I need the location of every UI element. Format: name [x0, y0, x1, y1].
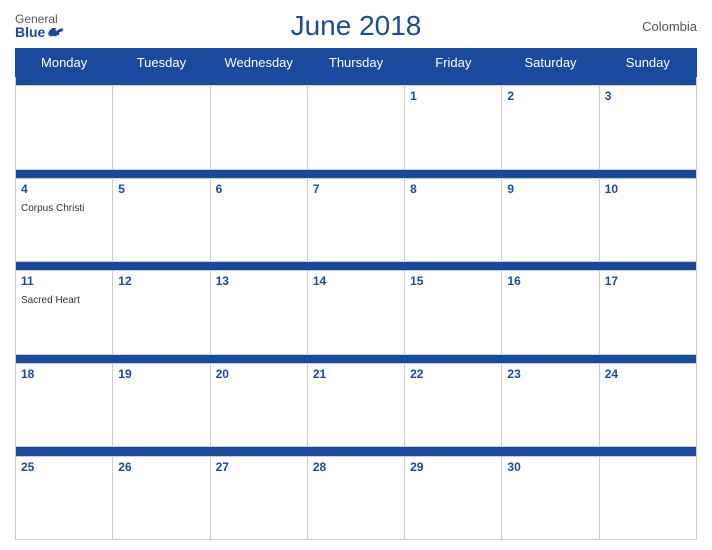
calendar-cell — [16, 86, 113, 169]
calendar-cell: 12 — [113, 271, 210, 354]
calendar-cell: 29 — [405, 456, 502, 539]
country-label: Colombia — [642, 19, 697, 34]
calendar-header: General Blue June 2018 Colombia — [15, 10, 697, 42]
day-number: 7 — [313, 182, 399, 196]
day-number: 30 — [507, 460, 593, 474]
calendar-cell: 27 — [210, 456, 307, 539]
day-number: 23 — [507, 367, 593, 381]
day-number: 1 — [410, 89, 496, 103]
day-number: 11 — [21, 274, 107, 288]
calendar-cell: 17 — [599, 271, 696, 354]
day-number: 2 — [507, 89, 593, 103]
day-number: 10 — [605, 182, 691, 196]
calendar-cell: 22 — [405, 363, 502, 446]
day-number: 12 — [118, 274, 204, 288]
col-monday: Monday — [16, 49, 113, 77]
calendar-cell: 23 — [502, 363, 599, 446]
day-number: 5 — [118, 182, 204, 196]
calendar-cell: 26 — [113, 456, 210, 539]
calendar-cell: 4 Corpus Christi — [16, 178, 113, 261]
calendar-cell: 3 — [599, 86, 696, 169]
calendar-cell: 24 — [599, 363, 696, 446]
calendar-cell: 8 — [405, 178, 502, 261]
day-number: 25 — [21, 460, 107, 474]
day-number: 29 — [410, 460, 496, 474]
calendar-cell — [307, 86, 404, 169]
days-header-row: Monday Tuesday Wednesday Thursday Friday… — [16, 49, 697, 77]
day-number: 17 — [605, 274, 691, 288]
month-title: June 2018 — [291, 10, 422, 42]
calendar-cell: 25 — [16, 456, 113, 539]
calendar-cell: 28 — [307, 456, 404, 539]
day-number: 6 — [216, 182, 302, 196]
logo-bird-icon — [47, 25, 65, 39]
col-thursday: Thursday — [307, 49, 404, 77]
day-number: 14 — [313, 274, 399, 288]
calendar-cell: 18 — [16, 363, 113, 446]
day-number: 26 — [118, 460, 204, 474]
day-number: 15 — [410, 274, 496, 288]
calendar-cell: 6 — [210, 178, 307, 261]
day-number: 22 — [410, 367, 496, 381]
col-sunday: Sunday — [599, 49, 696, 77]
calendar-cell: 5 — [113, 178, 210, 261]
day-number: 19 — [118, 367, 204, 381]
holiday-label: Sacred Heart — [21, 295, 80, 306]
calendar-cell — [210, 86, 307, 169]
day-number: 28 — [313, 460, 399, 474]
day-number: 21 — [313, 367, 399, 381]
calendar-cell: 10 — [599, 178, 696, 261]
table-row: 4 Corpus Christi 56789 10 — [16, 178, 697, 261]
calendar-cell: 15 — [405, 271, 502, 354]
calendar-cell: 30 — [502, 456, 599, 539]
calendar-wrapper: General Blue June 2018 Colombia Monday T… — [0, 0, 712, 550]
day-number: 3 — [605, 89, 691, 103]
day-number: 16 — [507, 274, 593, 288]
calendar-cell — [113, 86, 210, 169]
calendar-cell: 14 — [307, 271, 404, 354]
calendar-cell: 13 — [210, 271, 307, 354]
day-number: 8 — [410, 182, 496, 196]
table-row: 18 19 20 21 22 23 24 — [16, 363, 697, 446]
calendar-cell: 19 — [113, 363, 210, 446]
calendar-cell: 21 — [307, 363, 404, 446]
calendar-cell: 1 — [405, 86, 502, 169]
calendar-cell: 2 — [502, 86, 599, 169]
col-friday: Friday — [405, 49, 502, 77]
col-tuesday: Tuesday — [113, 49, 210, 77]
calendar-cell: 20 — [210, 363, 307, 446]
day-number: 13 — [216, 274, 302, 288]
table-row: 11 Sacred Heart 12 13 14 15 16 17 — [16, 271, 697, 354]
calendar-table: Monday Tuesday Wednesday Thursday Friday… — [15, 48, 697, 540]
calendar-body: 1234Corpus Christi567891011Sacred Heart1… — [16, 77, 697, 540]
holiday-label: Corpus Christi — [21, 203, 84, 214]
day-number: 18 — [21, 367, 107, 381]
day-number: 27 — [216, 460, 302, 474]
calendar-cell: 16 — [502, 271, 599, 354]
day-number: 20 — [216, 367, 302, 381]
col-wednesday: Wednesday — [210, 49, 307, 77]
calendar-cell: 9 — [502, 178, 599, 261]
day-number: 9 — [507, 182, 593, 196]
col-saturday: Saturday — [502, 49, 599, 77]
table-row: 123 — [16, 86, 697, 169]
calendar-cell — [599, 456, 696, 539]
calendar-cell: 11 Sacred Heart — [16, 271, 113, 354]
calendar-cell: 7 — [307, 178, 404, 261]
logo-blue: Blue — [15, 25, 65, 39]
day-number: 4 — [21, 182, 107, 196]
table-row: 25 26 27 28 29 30 — [16, 456, 697, 539]
logo: General Blue — [15, 13, 65, 39]
day-number: 24 — [605, 367, 691, 381]
